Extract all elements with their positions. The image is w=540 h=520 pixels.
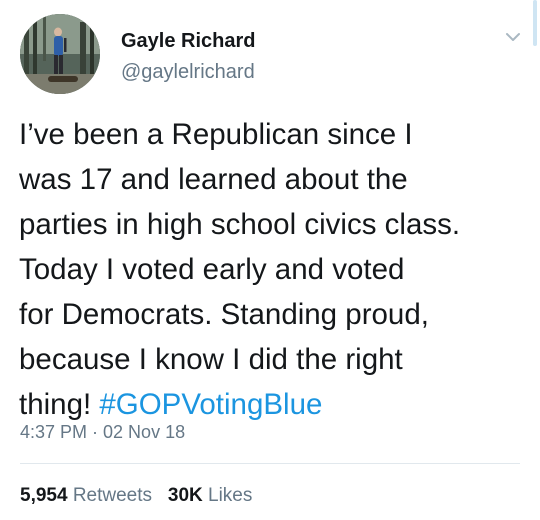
tweet-text-line: I’ve been a Republican since I — [19, 118, 413, 151]
divider — [20, 463, 520, 464]
tweet-text-line: Today I voted early and voted — [19, 253, 405, 286]
tweet-text-line: parties in high school civics class. — [19, 208, 461, 241]
retweets-label: Retweets — [72, 485, 153, 506]
retweets-stat[interactable]: 5,954 Retweets — [20, 485, 152, 506]
tweet-text-line: thing! — [19, 388, 100, 421]
retweets-count: 5,954 — [20, 485, 68, 506]
tweet-card: Gayle Richard @gaylelrichard I’ve been a… — [0, 0, 540, 520]
tweet-text-last-line: thing! #GOPVotingBlue — [19, 382, 529, 427]
tweet-timestamp[interactable]: 4:37 PM · 02 Nov 18 — [20, 422, 185, 443]
tweet-text-line: for Democrats. Standing proud, — [19, 298, 429, 331]
chevron-down-icon[interactable] — [503, 27, 523, 47]
tweet-text-line: because I know I did the right — [19, 343, 403, 376]
avatar[interactable] — [20, 14, 100, 94]
likes-stat[interactable]: 30K Likes — [168, 485, 253, 506]
avatar-photo — [20, 14, 100, 94]
tweet-text: I’ve been a Republican since I was 17 an… — [19, 112, 529, 427]
tweet-text-line: was 17 and learned about the — [19, 163, 408, 196]
author-display-name[interactable]: Gayle Richard — [121, 30, 256, 53]
scroll-indicator — [533, 0, 537, 46]
tweet-stats: 5,954 Retweets 30K Likes — [20, 485, 252, 507]
likes-label: Likes — [208, 485, 253, 506]
hashtag-link[interactable]: #GOPVotingBlue — [99, 388, 322, 421]
likes-count: 30K — [167, 485, 203, 506]
author-handle[interactable]: @gaylelrichard — [121, 61, 255, 84]
